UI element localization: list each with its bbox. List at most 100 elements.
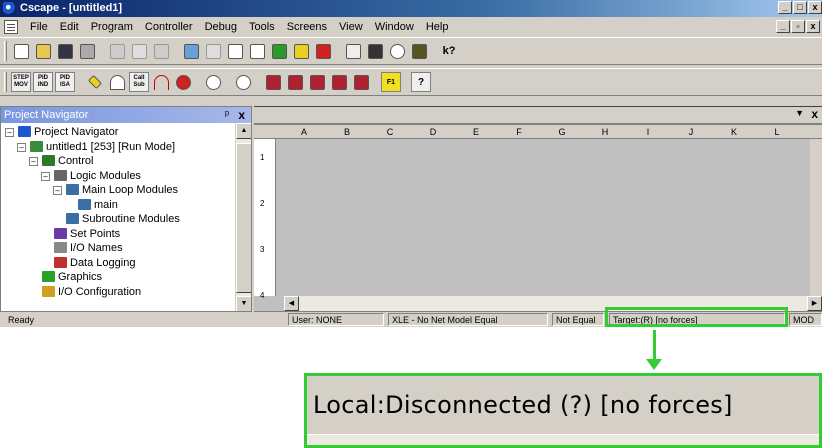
call-sub-button[interactable]: Call Sub xyxy=(129,72,149,92)
row-header[interactable]: 2 xyxy=(260,199,264,208)
step-mov-button[interactable]: STEP MOV xyxy=(11,72,31,92)
column-header[interactable]: D xyxy=(418,125,448,139)
pencil-icon[interactable] xyxy=(85,72,105,92)
tree-item[interactable]: main xyxy=(1,198,251,213)
idle-yellow-icon[interactable] xyxy=(291,41,311,61)
print-icon[interactable] xyxy=(77,41,97,61)
column-header[interactable]: F xyxy=(504,125,534,139)
mdi-restore-button[interactable]: ▫ xyxy=(791,20,805,33)
column-header[interactable]: J xyxy=(676,125,706,139)
tree-item[interactable]: – untitled1 [253] [Run Mode] xyxy=(1,140,251,155)
column-header[interactable]: L xyxy=(762,125,792,139)
tree-item[interactable]: – Project Navigator xyxy=(1,125,251,140)
row-header[interactable]: 1 xyxy=(260,153,264,162)
open-folder-icon[interactable] xyxy=(33,41,53,61)
maximize-button[interactable]: □ xyxy=(793,1,807,14)
stop-red-icon[interactable] xyxy=(313,41,333,61)
scroll-up-arrow-icon[interactable]: ▲ xyxy=(236,123,251,139)
run-green-icon[interactable] xyxy=(269,41,289,61)
tree-expander-icon[interactable]: – xyxy=(29,157,38,166)
download-icon[interactable] xyxy=(225,41,245,61)
verify-icon[interactable] xyxy=(343,41,363,61)
debug-bug-icon[interactable] xyxy=(409,41,429,61)
upload-icon[interactable] xyxy=(247,41,267,61)
column-header[interactable]: B xyxy=(332,125,362,139)
dropdown-arrow-icon[interactable]: ▼ xyxy=(795,108,804,118)
module-save-1-icon[interactable] xyxy=(263,72,283,92)
scroll-down-arrow-icon[interactable]: ▼ xyxy=(236,296,251,311)
tree-item[interactable]: I/O Names xyxy=(1,241,251,256)
tree-expander-icon[interactable]: – xyxy=(5,128,14,137)
menu-controller[interactable]: Controller xyxy=(139,21,199,33)
copy-icon[interactable] xyxy=(129,41,149,61)
ladder-grid[interactable]: ABCDEFGHIJKL 1 2 3 4 ◀ ▶ xyxy=(254,125,822,311)
menu-edit[interactable]: Edit xyxy=(54,21,85,33)
tree-item[interactable]: Data Logging xyxy=(1,256,251,271)
menu-screens[interactable]: Screens xyxy=(281,21,333,33)
column-header[interactable]: A xyxy=(289,125,319,139)
f1-help-button[interactable]: F1 xyxy=(381,72,401,92)
tree-item[interactable]: Graphics xyxy=(1,270,251,285)
end-stop-icon[interactable] xyxy=(173,72,193,92)
mdi-minimize-button[interactable]: _ xyxy=(776,20,790,33)
tree-expander-icon[interactable]: – xyxy=(53,186,62,195)
wire-curve-icon[interactable] xyxy=(107,72,127,92)
column-header[interactable]: K xyxy=(719,125,749,139)
pid-isa-button[interactable]: PID ISA xyxy=(55,72,75,92)
tree-item[interactable]: – Control xyxy=(1,154,251,169)
mdi-close-button[interactable]: x xyxy=(806,20,820,33)
row-header[interactable]: 4 xyxy=(260,291,264,300)
pin-icon[interactable]: ᵖ xyxy=(225,107,229,123)
grid-vertical-scrollbar[interactable] xyxy=(810,139,822,296)
scroll-right-arrow-icon[interactable]: ▶ xyxy=(807,296,822,311)
column-header[interactable]: H xyxy=(590,125,620,139)
module-save-3-icon[interactable] xyxy=(307,72,327,92)
menu-program[interactable]: Program xyxy=(85,21,139,33)
tree-item[interactable]: I/O Configuration xyxy=(1,285,251,300)
tree-item[interactable]: Set Points xyxy=(1,227,251,242)
column-header[interactable]: I xyxy=(633,125,663,139)
minimize-button[interactable]: _ xyxy=(778,1,792,14)
scroll-left-arrow-icon[interactable]: ◀ xyxy=(284,296,299,311)
monitor-icon[interactable] xyxy=(181,41,201,61)
document-menu-icon[interactable] xyxy=(4,19,18,34)
scroll-thumb[interactable] xyxy=(236,143,251,293)
menu-window[interactable]: Window xyxy=(369,21,420,33)
menu-help[interactable]: Help xyxy=(420,21,455,33)
toolbar-grip[interactable] xyxy=(4,72,7,92)
tree-expander-icon[interactable]: – xyxy=(17,142,26,152)
column-header[interactable]: G xyxy=(547,125,577,139)
module-save-2-icon[interactable] xyxy=(285,72,305,92)
navigator-vertical-scrollbar[interactable]: ▲ ▼ xyxy=(235,123,251,311)
menu-tools[interactable]: Tools xyxy=(243,21,281,33)
toolbar-grip[interactable] xyxy=(4,41,7,61)
help-question-button[interactable]: ? xyxy=(411,72,431,92)
module-save-4-icon[interactable] xyxy=(329,72,349,92)
menu-debug[interactable]: Debug xyxy=(199,21,243,33)
menu-file[interactable]: File xyxy=(24,21,54,33)
tree-item[interactable]: – Logic Modules xyxy=(1,169,251,184)
tree-expander-icon[interactable]: – xyxy=(41,171,50,181)
navigator-close-icon[interactable]: x xyxy=(238,107,245,123)
edit-pen-icon[interactable] xyxy=(203,41,223,61)
document-close-icon[interactable]: x xyxy=(811,107,818,121)
pid-ind-button[interactable]: PID IND xyxy=(33,72,53,92)
row-header[interactable]: 3 xyxy=(260,245,264,254)
new-file-icon[interactable] xyxy=(11,41,31,61)
search-icon[interactable] xyxy=(387,41,407,61)
paste-icon[interactable] xyxy=(151,41,171,61)
close-button[interactable]: x xyxy=(808,1,822,14)
cut-icon[interactable] xyxy=(107,41,127,61)
save-icon[interactable] xyxy=(55,41,75,61)
return-arc-icon[interactable] xyxy=(151,72,171,92)
timer-icon[interactable] xyxy=(233,72,253,92)
column-header[interactable]: C xyxy=(375,125,405,139)
context-help-icon[interactable]: k? xyxy=(439,41,459,61)
menu-view[interactable]: View xyxy=(333,21,369,33)
column-header[interactable]: E xyxy=(461,125,491,139)
tree-item[interactable]: Subroutine Modules xyxy=(1,212,251,227)
scan-clock-icon[interactable] xyxy=(203,72,223,92)
find-binoculars-icon[interactable] xyxy=(365,41,385,61)
tree-item[interactable]: – Main Loop Modules xyxy=(1,183,251,198)
module-save-5-icon[interactable] xyxy=(351,72,371,92)
